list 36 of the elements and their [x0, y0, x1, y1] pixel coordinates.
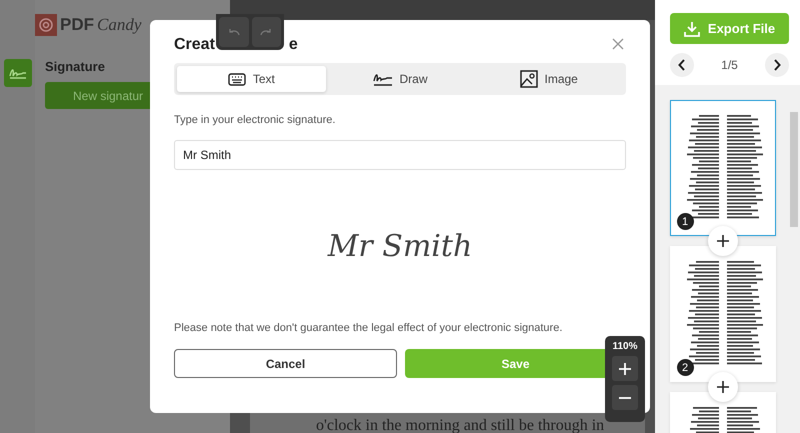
plus-icon	[716, 235, 728, 247]
signature-tool-icon[interactable]	[4, 59, 32, 87]
image-icon	[520, 70, 538, 88]
zoom-level: 110%	[612, 341, 638, 352]
page-indicator: 1/5	[721, 58, 738, 72]
logo-icon	[35, 14, 57, 36]
page-thumbnail[interactable]: 1	[670, 100, 776, 236]
chevron-left-icon	[678, 59, 686, 71]
close-icon[interactable]	[612, 38, 626, 52]
tab[interactable]: Text	[177, 66, 326, 92]
zoom-out-button[interactable]	[612, 385, 638, 410]
dialog-title: Creat	[174, 36, 215, 54]
plus-icon	[716, 381, 728, 393]
previous-page-button[interactable]	[670, 53, 694, 77]
instruction-text: Type in your electronic signature.	[174, 114, 336, 126]
tab[interactable]: Draw	[326, 66, 474, 92]
page-number-badge: 2	[676, 359, 694, 376]
page-thumbnail[interactable]: 2	[670, 246, 776, 382]
download-icon	[684, 20, 700, 36]
signature-input[interactable]: Mr Smith	[174, 140, 626, 170]
zoom-in-button[interactable]	[612, 356, 638, 381]
tool-title: Signature	[45, 59, 106, 74]
minus-icon	[619, 396, 631, 398]
logo-script-text: Candy	[97, 15, 142, 35]
dialog-title: e	[288, 36, 298, 54]
logo-text: PDF	[60, 15, 94, 35]
chevron-right-icon	[773, 59, 781, 71]
handwriting-icon	[372, 72, 392, 86]
keyboard-icon	[228, 72, 246, 86]
plus-icon	[619, 362, 631, 374]
page-number-badge: 1	[676, 213, 694, 230]
cancel-button[interactable]: Cancel	[174, 349, 397, 378]
disclaimer-text: Please note that we don't guarantee the legal effect of your electronic signature.	[174, 322, 564, 334]
tab[interactable]: Image	[474, 66, 624, 92]
next-page-button[interactable]	[765, 53, 789, 77]
signature-preview: Mr Smith	[328, 228, 472, 264]
